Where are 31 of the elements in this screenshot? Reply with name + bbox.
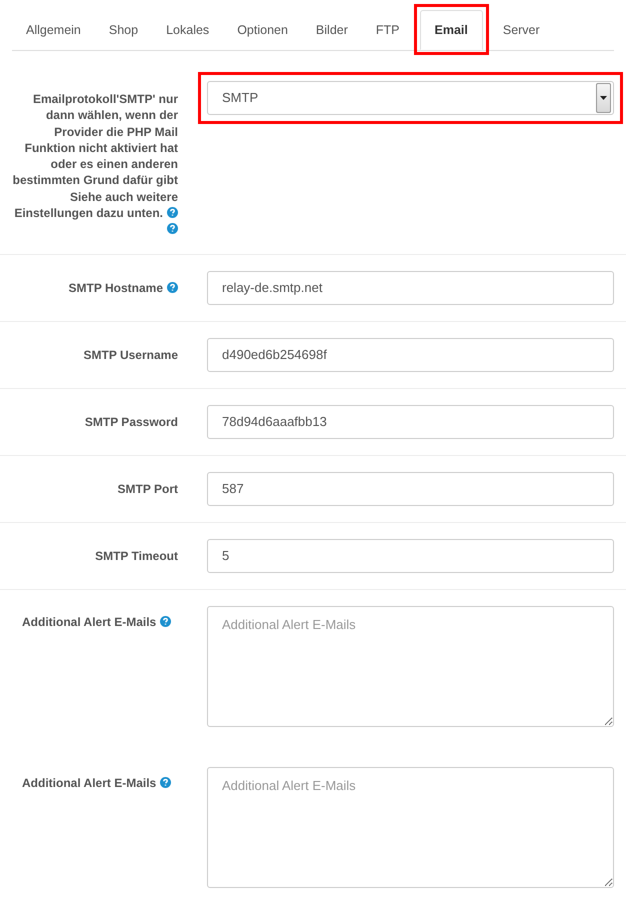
field-label: SMTP Port — [116, 480, 178, 497]
tab[interactable]: Optionen — [223, 10, 302, 50]
tab[interactable]: Server — [488, 10, 554, 50]
input-field[interactable]: relay-de.smtp.net — [207, 270, 614, 305]
text-area[interactable]: Additional Alert E-Mails — [207, 766, 614, 888]
help-icon[interactable] — [167, 282, 178, 293]
text-area[interactable]: Additional Alert E-Mails — [207, 606, 614, 727]
input-field[interactable]: 587 — [207, 472, 614, 506]
caret-icon — [600, 96, 607, 100]
field-label: SMTP Hostname — [10, 280, 178, 296]
tab[interactable]: Allgemein — [12, 10, 95, 50]
help-icon[interactable] — [160, 616, 172, 627]
tab[interactable]: FTP — [362, 10, 414, 50]
field-label: SMTP Password — [84, 414, 178, 430]
tab[interactable]: Lokales — [152, 10, 224, 50]
help-icon[interactable] — [160, 776, 172, 788]
field-label: Emailprotokoll'SMTP' nur dann wählen, wenn der Provider die PHP Mail Funktion nicht aktiviert hat oder es einen anderen bestimmten Grund dafür gibt — [12, 91, 178, 189]
input-field[interactable]: 78d94d6aaafbb13 — [207, 404, 614, 439]
protocol-select[interactable]: SMTP — [207, 81, 614, 115]
help-icon[interactable] — [167, 207, 178, 218]
input-field[interactable]: 5 — [207, 538, 614, 573]
field-label: Additional Alert E-Mails — [22, 776, 172, 790]
tab[interactable]: Shop — [94, 10, 152, 50]
tab[interactable]: Bilder — [302, 10, 362, 50]
help-icon[interactable] — [167, 223, 178, 234]
field-label: Additional Alert E-Mails — [22, 614, 172, 629]
tab[interactable]: Email — [420, 10, 483, 50]
input-field[interactable]: d490ed6b254698f — [207, 338, 614, 372]
field-label: SMTP Timeout — [94, 548, 178, 564]
field-label: SMTP Username — [82, 346, 178, 363]
field-label: Siehe auch weitere Einstellungen dazu unten. — [10, 188, 178, 238]
